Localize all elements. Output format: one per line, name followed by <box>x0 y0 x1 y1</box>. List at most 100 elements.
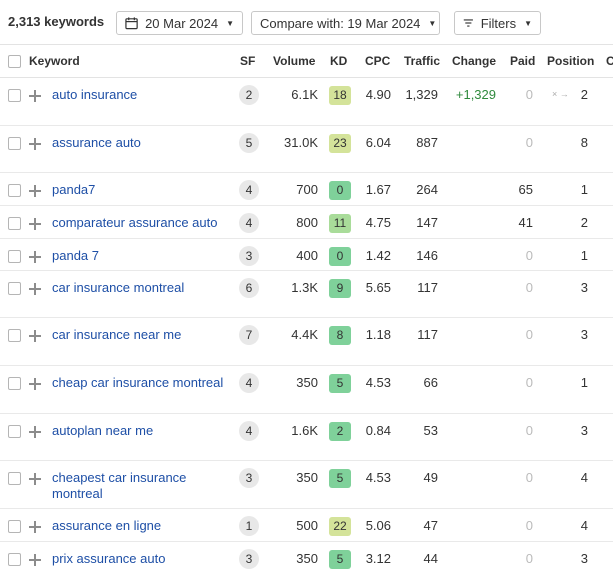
keyword-link[interactable]: assurance auto <box>52 135 224 151</box>
serp-features-badge[interactable]: 1 <box>239 516 259 536</box>
add-keyword-icon[interactable] <box>29 138 41 150</box>
traffic-value: 44 <box>423 551 438 566</box>
table-row: comparateur assurance auto 4 800 11 4.75 147 4… <box>0 206 613 239</box>
volume-value: 6.1K <box>291 87 318 102</box>
position-value: 3 <box>580 280 588 295</box>
serp-features-badge[interactable]: 4 <box>239 421 259 441</box>
kd-badge: 22 <box>329 517 351 536</box>
volume-value: 4.4K <box>291 327 318 342</box>
column-header-sf[interactable]: SF <box>240 54 255 68</box>
paid-value: 0 <box>525 87 533 102</box>
row-checkbox[interactable] <box>8 89 21 102</box>
cpc-value: 4.53 <box>365 375 391 390</box>
row-checkbox[interactable] <box>8 472 21 485</box>
cpc-value: 1.18 <box>365 327 391 342</box>
add-keyword-icon[interactable] <box>29 283 41 295</box>
keyword-link[interactable]: comparateur assurance auto <box>52 215 224 231</box>
traffic-value: 117 <box>417 327 438 342</box>
add-keyword-icon[interactable] <box>29 521 41 533</box>
position-value: 4 <box>580 518 588 533</box>
keyword-link[interactable]: car insurance montreal <box>52 280 224 296</box>
paid-value: 0 <box>525 327 533 342</box>
keyword-link[interactable]: cheapest car insurance montreal <box>52 470 224 502</box>
position-value: 1 <box>580 182 588 197</box>
filters-label: Filters <box>480 15 517 31</box>
column-header-cpc[interactable]: CPC <box>365 54 390 68</box>
serp-features-badge[interactable]: 3 <box>239 246 259 266</box>
row-checkbox[interactable] <box>8 377 21 390</box>
traffic-change-value: +1,329 <box>455 87 496 102</box>
keyword-link[interactable]: prix assurance auto <box>52 551 224 567</box>
cpc-value: 4.53 <box>365 470 391 485</box>
volume-value: 500 <box>296 518 318 533</box>
serp-features-badge[interactable]: 4 <box>239 180 259 200</box>
select-all-checkbox[interactable] <box>8 55 21 68</box>
add-keyword-icon[interactable] <box>29 554 41 566</box>
add-keyword-icon[interactable] <box>29 330 41 342</box>
traffic-value: 49 <box>423 470 438 485</box>
row-checkbox[interactable] <box>8 217 21 230</box>
column-header-change[interactable]: Change <box>452 54 496 68</box>
paid-value: 0 <box>525 280 533 295</box>
chevron-down-icon: ▼ <box>428 18 437 28</box>
serp-features-badge[interactable]: 5 <box>239 133 259 153</box>
position-value: 3 <box>580 327 588 342</box>
position-change-indicator: × → <box>552 89 569 99</box>
add-keyword-icon[interactable] <box>29 251 41 263</box>
kd-badge: 0 <box>329 247 351 266</box>
traffic-value: 147 <box>416 215 438 230</box>
column-header-keyword[interactable]: Keyword <box>29 54 80 68</box>
column-header-paid[interactable]: Paid <box>510 54 535 68</box>
column-header-position[interactable]: Position <box>547 54 594 68</box>
add-keyword-icon[interactable] <box>29 426 41 438</box>
keyword-link[interactable]: car insurance near me <box>52 327 224 343</box>
toolbar: 2,313 keywords 20 Mar 2024 ▼ Compare wit… <box>0 0 613 44</box>
volume-value: 700 <box>296 182 318 197</box>
keyword-link[interactable]: panda7 <box>52 182 224 198</box>
row-checkbox[interactable] <box>8 184 21 197</box>
kd-badge: 2 <box>329 422 351 441</box>
row-checkbox[interactable] <box>8 282 21 295</box>
row-checkbox[interactable] <box>8 520 21 533</box>
keyword-link[interactable]: auto insurance <box>52 87 224 103</box>
row-checkbox[interactable] <box>8 553 21 566</box>
date-picker-button[interactable]: 20 Mar 2024 ▼ <box>116 11 243 35</box>
add-keyword-icon[interactable] <box>29 378 41 390</box>
add-keyword-icon[interactable] <box>29 90 41 102</box>
paid-value: 0 <box>525 423 533 438</box>
serp-features-badge[interactable]: 3 <box>239 549 259 569</box>
add-keyword-icon[interactable] <box>29 473 41 485</box>
keyword-link[interactable]: autoplan near me <box>52 423 224 439</box>
serp-features-badge[interactable]: 4 <box>239 213 259 233</box>
row-checkbox[interactable] <box>8 250 21 263</box>
column-header-volume[interactable]: Volume <box>273 54 315 68</box>
row-checkbox[interactable] <box>8 425 21 438</box>
row-checkbox[interactable] <box>8 329 21 342</box>
table-row: autoplan near me 4 1.6K 2 0.84 53 0 3 <box>0 414 613 461</box>
row-checkbox[interactable] <box>8 137 21 150</box>
filters-button[interactable]: Filters ▼ <box>454 11 541 35</box>
keyword-link[interactable]: panda 7 <box>52 248 224 264</box>
keyword-count: 2,313 keywords <box>8 14 105 29</box>
paid-value: 65 <box>518 182 533 197</box>
serp-features-badge[interactable]: 7 <box>239 325 259 345</box>
column-header-traffic[interactable]: Traffic <box>404 54 440 68</box>
serp-features-badge[interactable]: 2 <box>239 85 259 105</box>
serp-features-badge[interactable]: 4 <box>239 373 259 393</box>
keyword-link[interactable]: cheap car insurance montreal <box>52 375 224 391</box>
add-keyword-icon[interactable] <box>29 185 41 197</box>
cpc-value: 1.42 <box>365 248 391 263</box>
position-value: 4 <box>580 470 588 485</box>
calendar-icon <box>125 17 138 30</box>
chevron-down-icon: ▼ <box>226 18 234 28</box>
paid-value: 0 <box>525 248 533 263</box>
add-keyword-icon[interactable] <box>29 218 41 230</box>
column-header-kd[interactable]: KD <box>330 54 347 68</box>
chevron-down-icon: ▼ <box>524 18 532 28</box>
serp-features-badge[interactable]: 3 <box>239 468 259 488</box>
keyword-link[interactable]: assurance en ligne <box>52 518 224 534</box>
compare-dropdown-button[interactable]: Compare with: 19 Mar 2024 ▼ <box>251 11 440 35</box>
column-header-extra[interactable]: C <box>606 54 613 68</box>
volume-value: 350 <box>296 375 318 390</box>
serp-features-badge[interactable]: 6 <box>239 278 259 298</box>
